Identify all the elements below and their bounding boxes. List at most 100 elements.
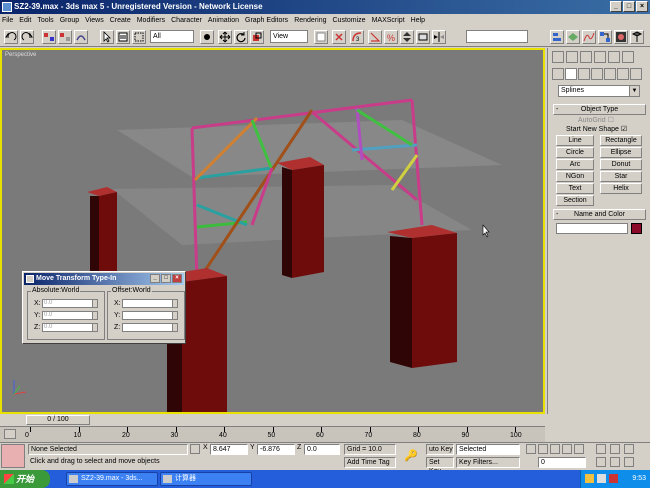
- category-dropdown[interactable]: Splines ▼: [558, 85, 640, 97]
- menu-views[interactable]: Views: [85, 17, 104, 24]
- add-time-tag-button[interactable]: Add Time Tag: [344, 457, 396, 468]
- text-button[interactable]: Text: [556, 183, 594, 194]
- donut-button[interactable]: Donut: [600, 159, 642, 170]
- lock-icon[interactable]: [4, 429, 16, 439]
- menu-graph-editors[interactable]: Graph Editors: [245, 17, 288, 24]
- systems-icon[interactable]: [630, 68, 642, 80]
- utilities-tab-icon[interactable]: [622, 51, 634, 63]
- off-y-field[interactable]: [122, 310, 178, 320]
- curve-editor-icon[interactable]: [582, 30, 596, 44]
- dialog-title-bar[interactable]: Move Transform Type-In _ □ ×: [24, 273, 184, 285]
- create-tab-icon[interactable]: [552, 51, 564, 63]
- motion-tab-icon[interactable]: [594, 51, 606, 63]
- space-warps-icon[interactable]: [617, 68, 629, 80]
- dialog-maximize-button[interactable]: □: [161, 274, 171, 283]
- rect-region-icon[interactable]: [132, 30, 146, 44]
- abs-y-field[interactable]: 0.0: [42, 310, 98, 320]
- object-name-field[interactable]: [556, 223, 628, 234]
- object-type-rollout[interactable]: - Object Type: [553, 104, 646, 115]
- schematic-view-icon[interactable]: [598, 30, 612, 44]
- arc-button[interactable]: Arc: [556, 159, 594, 170]
- name-color-rollout[interactable]: - Name and Color: [553, 209, 646, 220]
- dialog-minimize-button[interactable]: _: [150, 274, 160, 283]
- time-slider[interactable]: 0 / 100: [26, 415, 90, 425]
- menu-animation[interactable]: Animation: [208, 17, 239, 24]
- off-x-field[interactable]: [122, 298, 178, 308]
- shapes-icon[interactable]: [565, 68, 577, 80]
- ime-icon[interactable]: [585, 474, 594, 483]
- auto-key-button[interactable]: uto Key: [426, 444, 454, 455]
- percent-snap-icon[interactable]: %: [384, 30, 398, 44]
- menu-customize[interactable]: Customize: [333, 17, 366, 24]
- use-pivot-icon[interactable]: [314, 30, 328, 44]
- menu-modifiers[interactable]: Modifiers: [137, 17, 165, 24]
- start-button[interactable]: 开始: [0, 470, 50, 488]
- unlink-icon[interactable]: [58, 30, 72, 44]
- menu-help[interactable]: Help: [411, 17, 425, 24]
- ellipse-button[interactable]: Ellipse: [600, 147, 642, 158]
- section-button[interactable]: Section: [556, 195, 594, 206]
- menu-tools[interactable]: Tools: [37, 17, 53, 24]
- undo-icon[interactable]: [4, 30, 18, 44]
- menu-character[interactable]: Character: [171, 17, 202, 24]
- task-calculator[interactable]: 计算器: [160, 472, 252, 486]
- min-max-toggle-icon[interactable]: [624, 457, 634, 467]
- start-new-shape-checkbox[interactable]: Start New Shape ☑: [566, 125, 627, 133]
- rectangle-button[interactable]: Rectangle: [600, 135, 642, 146]
- helix-button[interactable]: Helix: [600, 183, 642, 194]
- line-button[interactable]: Line: [556, 135, 594, 146]
- key-icon[interactable]: 🔑: [404, 449, 418, 462]
- x-coord-field[interactable]: 8.647: [210, 444, 248, 455]
- perspective-viewport[interactable]: Perspective: [0, 48, 545, 414]
- z-coord-field[interactable]: 0.0: [304, 444, 340, 455]
- play-icon[interactable]: [550, 444, 560, 454]
- named-selection-icon[interactable]: [416, 30, 430, 44]
- select-rotate-icon[interactable]: [234, 30, 248, 44]
- zoom-extents-icon[interactable]: [624, 444, 634, 454]
- autogrid-checkbox[interactable]: AutoGrid ☐: [578, 116, 614, 124]
- task-3dsmax[interactable]: SZ2-39.max - 3ds...: [66, 472, 158, 486]
- goto-end-icon[interactable]: [574, 444, 584, 454]
- menu-rendering[interactable]: Rendering: [294, 17, 326, 24]
- select-icon[interactable]: [100, 30, 114, 44]
- maximize-button[interactable]: □: [623, 1, 635, 12]
- pan-icon[interactable]: [596, 457, 606, 467]
- snap-toggle-icon[interactable]: 3: [350, 30, 364, 44]
- goto-start-icon[interactable]: [526, 444, 536, 454]
- volume-icon[interactable]: [597, 474, 606, 483]
- geometry-icon[interactable]: [552, 68, 564, 80]
- bind-space-warp-icon[interactable]: [74, 30, 88, 44]
- y-coord-field[interactable]: -6.876: [257, 444, 295, 455]
- ref-coord-dropdown[interactable]: View: [270, 30, 308, 43]
- menu-edit[interactable]: Edit: [19, 17, 31, 24]
- set-key-button[interactable]: Set Key: [426, 457, 454, 475]
- hierarchy-tab-icon[interactable]: [580, 51, 592, 63]
- align-icon[interactable]: [550, 30, 564, 44]
- cameras-icon[interactable]: [591, 68, 603, 80]
- lights-icon[interactable]: [578, 68, 590, 80]
- mirror-icon[interactable]: [432, 30, 446, 44]
- material-editor-icon[interactable]: [614, 30, 628, 44]
- select-scale-icon[interactable]: [250, 30, 264, 44]
- select-move-icon[interactable]: [218, 30, 232, 44]
- selection-filter-dropdown[interactable]: All: [150, 30, 194, 43]
- ngon-button[interactable]: NGon: [556, 171, 594, 182]
- select-by-name-icon[interactable]: [116, 30, 130, 44]
- zoom-all-icon[interactable]: [610, 444, 620, 454]
- network-icon[interactable]: [609, 474, 618, 483]
- angle-snap-icon[interactable]: [368, 30, 382, 44]
- menu-group[interactable]: Group: [60, 17, 79, 24]
- key-mode-dropdown[interactable]: Selected: [456, 444, 520, 455]
- object-color-swatch[interactable]: [631, 223, 642, 234]
- star-button[interactable]: Star: [600, 171, 642, 182]
- spinner-snap-icon[interactable]: [400, 30, 414, 44]
- minimize-button[interactable]: _: [610, 1, 622, 12]
- key-filters-button[interactable]: Key Filters...: [456, 457, 520, 468]
- select-link-icon[interactable]: [42, 30, 56, 44]
- menu-maxscript[interactable]: MAXScript: [372, 17, 405, 24]
- current-frame-field[interactable]: 0: [538, 457, 586, 468]
- select-object-icon[interactable]: [200, 30, 214, 44]
- display-tab-icon[interactable]: [608, 51, 620, 63]
- abs-z-field[interactable]: 0.0: [42, 322, 98, 332]
- arc-rotate-icon[interactable]: [610, 457, 620, 467]
